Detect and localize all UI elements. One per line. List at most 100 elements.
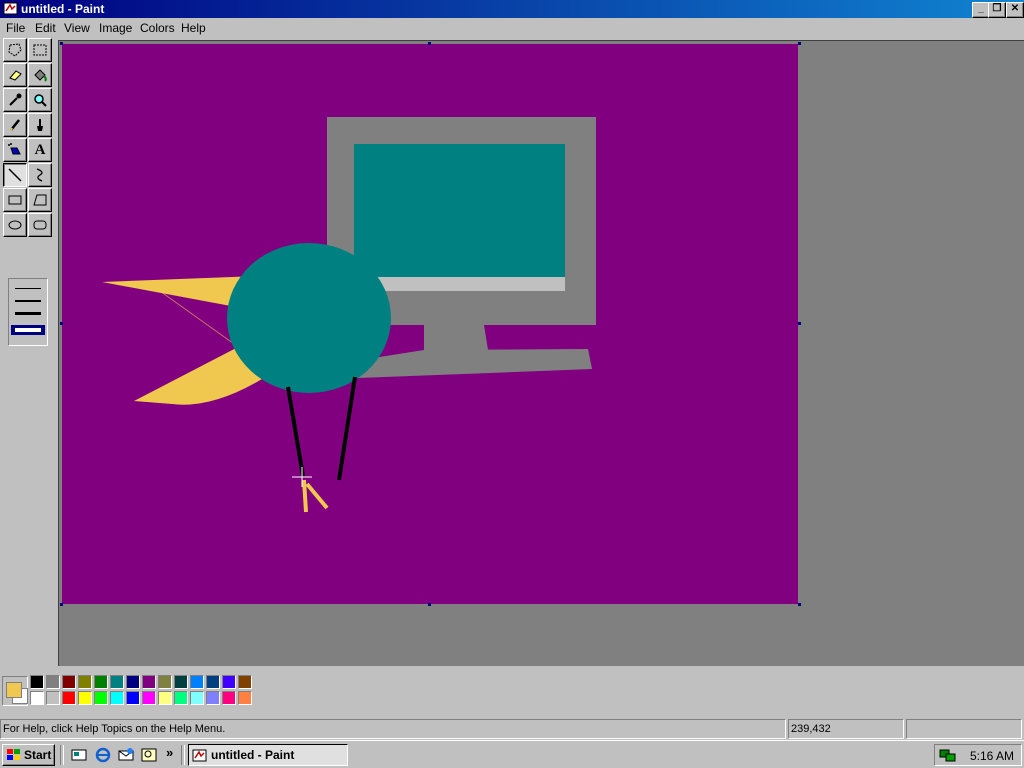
menu-image[interactable]: Image [99,21,132,35]
palette-swatch[interactable] [94,675,108,689]
line-width-1[interactable] [15,288,41,289]
tool-rounded-rectangle[interactable] [28,213,52,237]
resize-handle-ne [798,42,801,45]
channels-icon[interactable] [140,747,158,763]
palette-swatch[interactable] [190,691,204,705]
palette-swatch[interactable] [222,691,236,705]
menu-colors[interactable]: Colors [140,21,175,35]
brush-icon [37,119,43,131]
palette-swatch[interactable] [30,691,44,705]
tool-free-form-select[interactable] [3,38,27,62]
drawing-canvas[interactable] [62,44,798,604]
palette-swatch[interactable] [110,691,124,705]
status-bar: For Help, click Help Topics on the Help … [0,718,1024,740]
restore-button[interactable]: ❐ [988,2,1006,18]
tool-text[interactable]: A [28,138,52,162]
taskbar-separator [60,745,64,765]
tool-airbrush[interactable] [3,138,27,162]
resize-handle-se[interactable] [798,603,801,606]
menu-view[interactable]: View [64,21,90,35]
menu-file[interactable]: File [6,21,25,35]
start-label: Start [24,748,52,762]
ellipse-icon [8,220,22,230]
palette-swatch[interactable] [206,691,220,705]
tool-select[interactable] [28,38,52,62]
palette-swatch[interactable] [174,691,188,705]
palette-swatch[interactable] [78,675,92,689]
tool-curve[interactable] [28,163,52,187]
taskbar-task-paint[interactable]: untitled - Paint [188,744,348,766]
palette-swatch[interactable] [126,691,140,705]
palette-swatch[interactable] [142,691,156,705]
tool-ellipse[interactable] [3,213,27,237]
status-help-panel: For Help, click Help Topics on the Help … [0,719,786,739]
bird-body [227,243,391,393]
magnifier-icon [34,94,47,107]
taskbar: Start » untitled - Paint 5:16 AM [0,740,1024,768]
clock[interactable]: 5:16 AM [970,749,1014,763]
internet-explorer-icon[interactable] [94,747,112,763]
tool-line[interactable] [3,163,27,187]
palette-swatch[interactable] [62,675,76,689]
tool-pencil[interactable] [3,113,27,137]
select-icon [33,44,47,56]
task-label: untitled - Paint [211,748,295,762]
windows-logo-icon [7,749,20,760]
tool-polygon[interactable] [28,188,52,212]
resize-handle-s[interactable] [428,603,431,606]
bird-leg-left [286,386,305,477]
palette-swatch[interactable] [222,675,236,689]
paint-app-icon[interactable] [3,1,18,16]
palette-swatch[interactable] [46,675,60,689]
palette-swatch[interactable] [238,691,252,705]
show-desktop-icon[interactable] [70,747,88,763]
line-width-4-selected[interactable] [11,325,45,335]
bird-foot-b [305,482,329,510]
palette-swatch[interactable] [94,691,108,705]
pencil-icon [10,119,20,131]
start-button[interactable]: Start [2,744,55,766]
quick-launch-overflow[interactable]: » [166,745,173,760]
palette-swatch[interactable] [158,691,172,705]
rectangle-icon [8,195,22,205]
palette-swatch[interactable] [30,675,44,689]
status-help-text: For Help, click Help Topics on the Help … [3,723,226,735]
palette-swatch[interactable] [174,675,188,689]
tool-fill-with-color[interactable] [28,63,52,87]
bird-foot-a [302,479,308,513]
palette-swatch[interactable] [62,691,76,705]
pick-color-icon [9,93,22,106]
tool-rectangle[interactable] [3,188,27,212]
palette-swatch[interactable] [158,675,172,689]
title-bar[interactable]: untitled - Paint _ ❐ ✕ [0,0,1024,18]
resize-handle-e[interactable] [798,322,801,325]
tool-eraser[interactable] [3,63,27,87]
palette-swatch[interactable] [46,691,60,705]
color-palette [0,670,1024,712]
palette-swatch[interactable] [190,675,204,689]
palette-swatch[interactable] [110,675,124,689]
menu-edit[interactable]: Edit [35,21,56,35]
tool-brush[interactable] [28,113,52,137]
rounded-rectangle-icon [33,220,47,230]
taskbar-separator-2 [181,745,185,765]
line-width-2[interactable] [15,300,41,302]
tool-magnifier[interactable] [28,88,52,112]
palette-swatch[interactable] [126,675,140,689]
menu-help[interactable]: Help [181,21,206,35]
palette-swatch[interactable] [142,675,156,689]
resize-handle-w [60,322,63,325]
monitor-ledge [354,277,565,291]
close-button[interactable]: ✕ [1006,2,1024,18]
network-tray-icon[interactable] [939,748,957,763]
palette-swatch[interactable] [206,675,220,689]
outlook-express-icon[interactable] [117,747,135,763]
toolbox: A [0,38,56,666]
tool-pick-color[interactable] [3,88,27,112]
palette-swatch[interactable] [78,691,92,705]
resize-handle-n [428,42,431,45]
current-colors [2,676,28,706]
palette-swatch[interactable] [238,675,252,689]
line-width-3[interactable] [15,312,41,315]
line-icon [8,168,22,182]
